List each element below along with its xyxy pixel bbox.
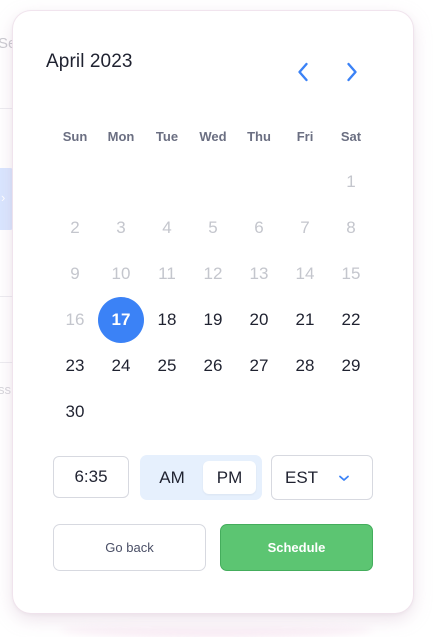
day-4: 4 (162, 218, 172, 237)
day-3: 3 (116, 218, 126, 237)
day-15: 15 (341, 264, 361, 283)
timezone-value: EST (285, 468, 319, 487)
weekday-wed: Wed (199, 129, 227, 144)
day-1: 1 (346, 172, 356, 191)
day-29[interactable]: 29 (328, 343, 374, 389)
day-14: 14 (295, 264, 315, 283)
day-20[interactable]: 20 (236, 297, 282, 343)
day-22[interactable]: 22 (328, 297, 374, 343)
day-27[interactable]: 27 (236, 343, 282, 389)
schedule-button[interactable]: Schedule (220, 524, 373, 571)
day-12: 12 (203, 264, 223, 283)
time-input[interactable]: 6:35 (53, 456, 129, 498)
day-6: 6 (254, 218, 264, 237)
weekday-thu: Thu (247, 129, 271, 144)
background-divider (0, 108, 14, 109)
day-24[interactable]: 24 (98, 343, 144, 389)
day-21[interactable]: 21 (282, 297, 328, 343)
weekday-fri: Fri (296, 129, 314, 144)
background-chip-glyph: › (1, 190, 6, 205)
weekday-mon: Mon (107, 129, 135, 144)
chevron-right-icon (347, 62, 357, 82)
day-2: 2 (70, 218, 80, 237)
weekday-tue: Tue (155, 129, 179, 144)
day-9: 9 (70, 264, 80, 283)
am-pm-toggle: AM PM (140, 455, 262, 500)
day-25[interactable]: 25 (144, 343, 190, 389)
am-option[interactable]: AM (146, 461, 198, 494)
pm-option-selected[interactable]: PM (203, 461, 256, 494)
day-17-selected[interactable]: 17 (98, 297, 144, 343)
day-10: 10 (111, 264, 131, 283)
background-divider (0, 296, 14, 297)
chevron-down-icon (339, 475, 349, 481)
background-text: ss (0, 382, 11, 397)
go-back-button[interactable]: Go back (53, 524, 206, 571)
timezone-select[interactable]: EST (271, 455, 373, 500)
weekday-sun: Sun (62, 129, 88, 144)
day-11: 11 (158, 264, 176, 283)
day-8: 8 (346, 218, 356, 237)
day-28[interactable]: 28 (282, 343, 328, 389)
weekday-sat: Sat (340, 129, 362, 144)
day-18[interactable]: 18 (144, 297, 190, 343)
background-divider (0, 362, 14, 363)
day-23[interactable]: 23 (52, 343, 98, 389)
day-7: 7 (300, 218, 310, 237)
next-month-button[interactable] (340, 58, 364, 86)
chevron-left-icon (298, 62, 308, 82)
day-30[interactable]: 30 (52, 389, 98, 435)
day-26[interactable]: 26 (190, 343, 236, 389)
background-glow (60, 623, 373, 637)
day-16: 16 (65, 310, 85, 329)
day-19[interactable]: 19 (190, 297, 236, 343)
prev-month-button[interactable] (291, 58, 315, 86)
day-5: 5 (208, 218, 218, 237)
day-13: 13 (249, 264, 269, 283)
month-title: April 2023 (46, 51, 133, 72)
